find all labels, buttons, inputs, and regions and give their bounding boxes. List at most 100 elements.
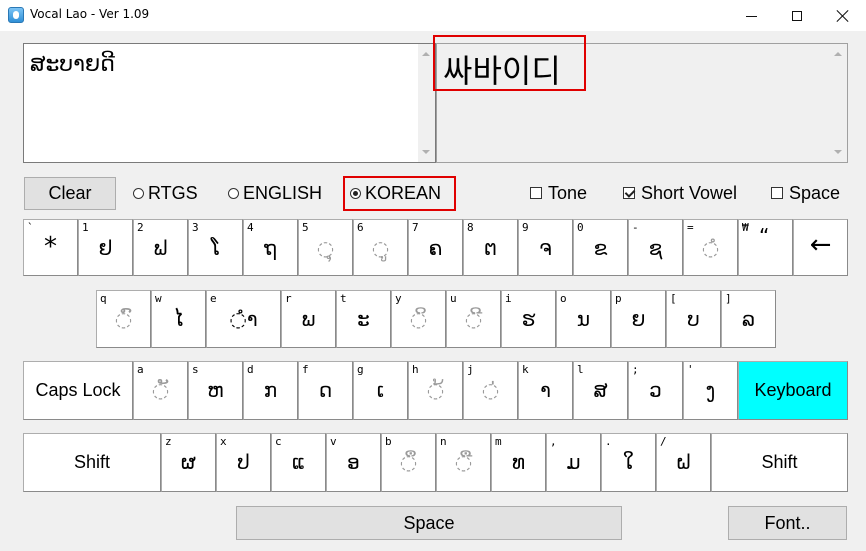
key-u[interactable]: u ◌ີ (446, 290, 501, 348)
key-sublabel: . (605, 435, 612, 448)
key-2[interactable]: 2 ຟ (133, 219, 188, 276)
key-b[interactable]: b ◌ຶ (381, 433, 436, 492)
close-button[interactable] (820, 0, 866, 32)
backspace-key[interactable]: ← (793, 219, 848, 276)
key-0[interactable]: 0 ຂ (573, 219, 628, 276)
key-label: ຍ (631, 307, 646, 331)
key-label: ຫ (207, 378, 224, 402)
key-semicolon[interactable]: ; ວ (628, 361, 683, 420)
key-7[interactable]: 7 ຄ (408, 219, 463, 276)
key-1[interactable]: 1 ຢ (78, 219, 133, 276)
key-4[interactable]: 4 ຖ (243, 219, 298, 276)
key-a[interactable]: a ◌ັ (133, 361, 188, 420)
right-shift-key[interactable]: Shift (711, 433, 848, 492)
mode-english-label: ENGLISH (243, 182, 323, 203)
key-f[interactable]: f ດ (298, 361, 353, 420)
key-k[interactable]: k າ (518, 361, 573, 420)
clear-button[interactable]: Clear (24, 177, 116, 210)
key-label: ດ (318, 378, 333, 402)
key-z[interactable]: z ຜ (161, 433, 216, 492)
key-5[interactable]: 5 ◌ຸ (298, 219, 353, 276)
font-button[interactable]: Font.. (728, 506, 847, 540)
key-label: ພ (301, 307, 316, 331)
key-h[interactable]: h ◌້ (408, 361, 463, 420)
key-right-bracket[interactable]: ] ລ (721, 290, 776, 348)
key-sublabel: a (137, 363, 144, 376)
mode-rtgs-radio[interactable]: RTGS (133, 181, 198, 205)
key-backtick[interactable]: ` * (23, 219, 78, 276)
key-sublabel: ₩ (742, 221, 749, 234)
tone-checkbox[interactable]: Tone (530, 181, 587, 205)
key-d[interactable]: d ກ (243, 361, 298, 420)
key-t[interactable]: t ະ (336, 290, 391, 348)
output-scrollbar[interactable] (830, 44, 847, 162)
key-label: ໃ (623, 450, 634, 474)
scroll-up-icon (834, 52, 842, 56)
key-n[interactable]: n ◌ື (436, 433, 491, 492)
title-bar: Vocal Lao - Ver 1.09 (0, 0, 866, 32)
key-g[interactable]: g ເ (353, 361, 408, 420)
key-label: ນ (576, 307, 591, 331)
key-sublabel: n (440, 435, 447, 448)
key-label: ◌ຸ (316, 236, 335, 260)
key-9[interactable]: 9 ຈ (518, 219, 573, 276)
key-3[interactable]: 3 ໂ (188, 219, 243, 276)
key-v[interactable]: v ອ (326, 433, 381, 492)
short-vowel-checkbox[interactable]: Short Vowel (623, 181, 737, 205)
key-s[interactable]: s ຫ (188, 361, 243, 420)
key-8[interactable]: 8 ຕ (463, 219, 518, 276)
key-r[interactable]: r ພ (281, 290, 336, 348)
key-sublabel: k (522, 363, 529, 376)
mode-korean-radio[interactable]: KOREAN (350, 181, 441, 205)
key-won[interactable]: ₩ “ (738, 219, 793, 276)
key-e[interactable]: e ◌ຳ (206, 290, 281, 348)
key-q[interactable]: q ◌ົ (96, 290, 151, 348)
key-quote[interactable]: ' ງ (683, 361, 738, 420)
space-checkbox[interactable]: Space (771, 181, 840, 205)
key-sublabel: w (155, 292, 162, 305)
key-p[interactable]: p ຍ (611, 290, 666, 348)
key-period[interactable]: . ໃ (601, 433, 656, 492)
key-label: ◌ໍ (701, 236, 720, 260)
radio-selected-icon (350, 187, 361, 199)
key-x[interactable]: x ປ (216, 433, 271, 492)
left-shift-key[interactable]: Shift (23, 433, 161, 492)
key-y[interactable]: y ◌ິ (391, 290, 446, 348)
key-w[interactable]: w ໄ (151, 290, 206, 348)
key-i[interactable]: i ຮ (501, 290, 556, 348)
key-sublabel: 7 (412, 221, 419, 234)
key-label: ຝ (675, 450, 692, 474)
space-bar-button[interactable]: Space (236, 506, 622, 540)
key-m[interactable]: m ທ (491, 433, 546, 492)
key-sublabel: r (285, 292, 292, 305)
key-j[interactable]: j ◌່ (463, 361, 518, 420)
key-o[interactable]: o ນ (556, 290, 611, 348)
key-sublabel: 6 (357, 221, 364, 234)
key-label: ປ (237, 450, 250, 474)
key-comma[interactable]: , ມ (546, 433, 601, 492)
key-c[interactable]: c ແ (271, 433, 326, 492)
key-label: ງ (705, 378, 716, 402)
space-option-label: Space (789, 182, 841, 203)
close-icon (837, 10, 849, 22)
caps-lock-key[interactable]: Caps Lock (23, 361, 133, 420)
key-left-bracket[interactable]: [ ບ (666, 290, 721, 348)
key-slash[interactable]: / ຝ (656, 433, 711, 492)
key-equals[interactable]: = ◌ໍ (683, 219, 738, 276)
korean-output-textarea[interactable]: 싸바이디 (436, 43, 848, 163)
maximize-button[interactable] (774, 0, 820, 32)
lao-input-textarea[interactable]: ສະບາຍດີ (23, 43, 436, 163)
key-minus[interactable]: - ຊ (628, 219, 683, 276)
key-label: ສ (593, 378, 608, 402)
lao-input-text: ສະບາຍດີ (30, 52, 115, 77)
radio-icon (133, 187, 144, 199)
minimize-button[interactable] (728, 0, 774, 32)
mode-english-radio[interactable]: ENGLISH (228, 181, 322, 205)
keyboard-toggle-button[interactable]: Keyboard (738, 361, 848, 420)
key-6[interactable]: 6 ◌ູ (353, 219, 408, 276)
key-l[interactable]: l ສ (573, 361, 628, 420)
mode-korean-label: KOREAN (365, 182, 442, 203)
key-label: ◌ົ (114, 307, 133, 331)
key-label: ຈ (539, 236, 552, 260)
input-scrollbar[interactable] (418, 44, 435, 162)
